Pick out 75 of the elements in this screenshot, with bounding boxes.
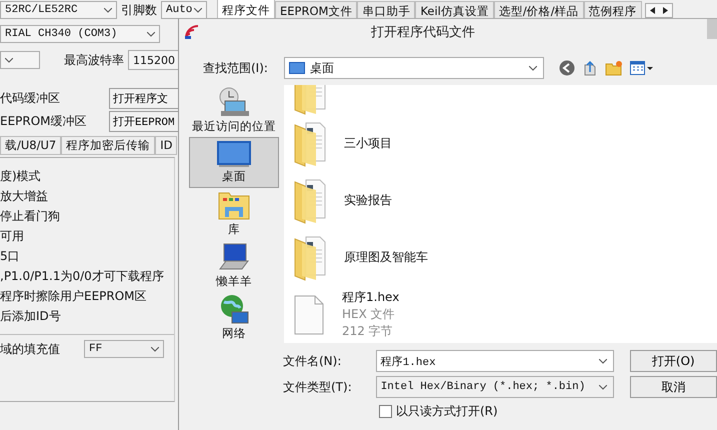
tab[interactable]: 载/U8/U7	[0, 136, 62, 155]
library-folder-icon	[218, 190, 250, 220]
tab[interactable]: ID	[155, 136, 178, 155]
max-baud-label: 最高波特率	[64, 52, 124, 68]
place-item[interactable]: 桌面	[189, 136, 279, 188]
tab[interactable]: 程序文件	[217, 0, 275, 20]
file-type-label: 文件类型(T):	[283, 378, 353, 396]
folder-item[interactable]: 实验报告	[284, 172, 717, 229]
pin-label: 引脚数	[121, 2, 157, 18]
file-name-field[interactable]: 程序1.hex	[376, 350, 614, 372]
checkbox[interactable]	[379, 404, 392, 418]
port-select[interactable]: RIAL CH340 (COM3)	[0, 25, 160, 43]
cancel-button[interactable]: 取消	[630, 376, 717, 398]
file-name: 原理图及智能车	[344, 249, 428, 266]
option-label: 后添加ID号	[0, 308, 62, 325]
chevron-icon	[104, 8, 112, 12]
option-label: ,P1.0/P1.1为0/0才可下载程序	[0, 268, 165, 285]
chevron-icon	[151, 346, 159, 352]
monitor-icon	[217, 140, 251, 167]
read-only-label: 以只读方式打开(R)	[396, 402, 498, 420]
place-item[interactable]: 懒羊羊	[189, 240, 279, 292]
folder-item[interactable]: 三小项目	[284, 115, 717, 172]
back-icon[interactable]	[559, 60, 575, 76]
file-name: 三小项目	[344, 135, 392, 152]
folder-icon	[294, 120, 326, 166]
fill-value-select[interactable]: FF	[84, 340, 164, 358]
file-name-label: 文件名(N):	[283, 352, 342, 370]
tab-scroll-arrows[interactable]	[644, 2, 673, 18]
scrollbar-thumb[interactable]	[707, 19, 717, 39]
chevron-icon	[598, 384, 607, 390]
folder-icon	[294, 178, 326, 224]
option-label: 程序时擦除用户EEPROM区	[0, 288, 148, 305]
chevron-icon	[147, 32, 155, 36]
file-type: HEX 文件	[342, 306, 396, 323]
file-name: 程序1.hex	[342, 289, 400, 306]
computer-icon	[218, 242, 250, 272]
buffer-label: EEPROM缓冲区	[0, 113, 87, 130]
chevron-icon	[529, 66, 537, 70]
folder-icon	[294, 234, 326, 280]
monitor-icon	[289, 62, 305, 74]
tab[interactable]: EEPROM文件	[275, 1, 358, 20]
option-label: 5口	[0, 248, 21, 265]
left-arrow-icon[interactable]	[650, 6, 656, 14]
dialog-title: 打开程序代码文件	[371, 24, 475, 41]
option-label: 度)模式	[0, 168, 42, 185]
chevron-icon	[194, 8, 202, 12]
up-folder-icon[interactable]	[582, 60, 598, 76]
signal-logo-icon	[185, 25, 201, 39]
network-globe-icon	[218, 294, 250, 324]
recent-places-icon	[217, 87, 251, 118]
buffer-label: 代码缓冲区	[0, 90, 60, 107]
document-icon	[294, 294, 324, 334]
fill-value-label: 域的填充值	[0, 341, 60, 358]
file-name: 实验报告	[344, 192, 392, 209]
tab[interactable]: 程序加密后传输	[61, 136, 156, 155]
chevron-icon	[598, 358, 607, 364]
option-label: 可用	[0, 228, 25, 245]
place-item[interactable]: 网络	[189, 291, 279, 343]
right-arrow-icon[interactable]	[662, 6, 668, 14]
look-in-label: 查找范围(I):	[203, 60, 269, 76]
new-folder-icon[interactable]	[605, 60, 623, 76]
option-label: 停止看门狗	[0, 208, 61, 225]
pin-select[interactable]: Auto	[161, 1, 207, 19]
place-item[interactable]: 最近访问的位置	[189, 85, 279, 137]
place-item[interactable]: 库	[189, 188, 279, 240]
chip-select[interactable]: 52RC/LE52RC	[0, 1, 117, 19]
chevron-icon	[5, 58, 13, 62]
option-label: 放大增益	[0, 188, 49, 205]
view-menu-icon[interactable]	[630, 60, 654, 76]
folder-item[interactable]: 原理图及智能车	[284, 229, 717, 286]
look-in-select[interactable]: 桌面	[284, 57, 544, 79]
file-type-select[interactable]: Intel Hex/Binary (*.hex; *.bin)	[376, 376, 614, 398]
file-item[interactable]: 程序1.hex HEX 文件 212 字节	[284, 286, 717, 343]
open-button[interactable]: 打开(O)	[630, 350, 717, 372]
file-size: 212 字节	[342, 323, 394, 340]
